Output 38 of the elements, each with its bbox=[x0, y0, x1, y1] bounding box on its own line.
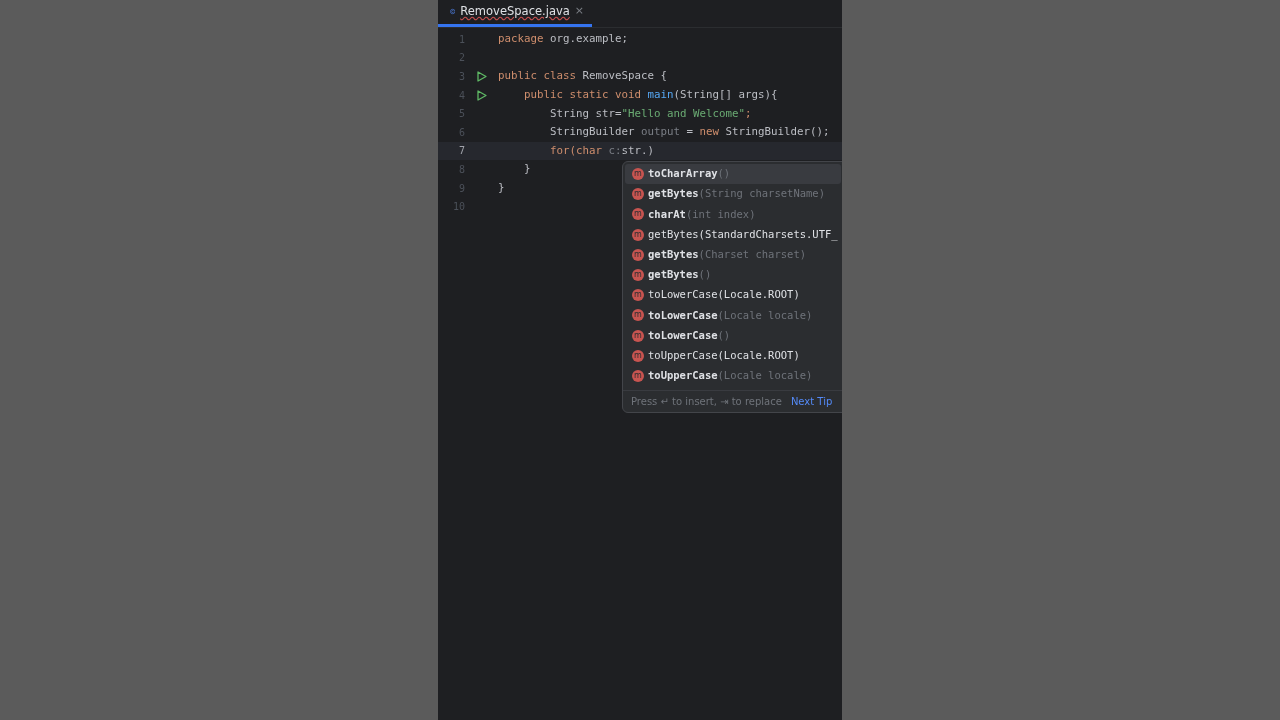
code-line: } bbox=[523, 161, 531, 178]
method-icon: m bbox=[632, 349, 644, 362]
code-line: package org.example; bbox=[498, 31, 629, 48]
run-icon[interactable] bbox=[476, 71, 487, 82]
method-icon: m bbox=[632, 208, 644, 221]
completion-item[interactable]: m getBytes() bbox=[625, 264, 841, 286]
method-icon: m bbox=[632, 228, 644, 241]
completion-item[interactable]: m charAt(int index) bbox=[625, 204, 841, 225]
completion-item[interactable]: m getBytes(Charset charset) bbox=[625, 244, 841, 265]
close-button[interactable]: × bbox=[574, 3, 584, 20]
completion-item[interactable]: m toLowerCase(Locale.ROOT) bbox=[625, 285, 841, 306]
method-icon: m bbox=[632, 269, 644, 282]
tab-title: RemoveSpace.java bbox=[460, 2, 570, 20]
code-line: for(char c:str.) bbox=[549, 142, 655, 159]
code-line: StringBuilder output = new StringBuilder(); bbox=[549, 124, 830, 141]
hint-text: Press ↵ to insert, ⇥ to replace bbox=[631, 395, 782, 410]
run-icon[interactable] bbox=[476, 89, 487, 101]
completion-item[interactable]: m toLowerCase() bbox=[625, 325, 841, 346]
code-line: public static void main(String[] args){ bbox=[523, 87, 778, 103]
completion-item[interactable]: m toLowerCase(Locale locale) bbox=[625, 305, 841, 326]
completion-item[interactable]: m toCharArray() bbox=[625, 164, 841, 185]
method-icon: m bbox=[632, 309, 644, 322]
method-icon: m bbox=[632, 188, 644, 201]
completion-item[interactable]: m toUpperCase(Locale locale) bbox=[625, 365, 841, 387]
next-tip-link[interactable]: Next Tip bbox=[790, 394, 833, 410]
code-line: } bbox=[498, 179, 505, 196]
code-line: String str="Hello and Welcome"; bbox=[549, 105, 752, 122]
method-icon: m bbox=[632, 289, 644, 302]
method-icon: m bbox=[632, 248, 644, 261]
method-icon: m bbox=[632, 329, 644, 342]
completion-item[interactable]: m getBytes(String charsetName) bbox=[625, 184, 841, 205]
method-icon: m bbox=[632, 168, 644, 181]
code-line: public class RemoveSpace { bbox=[498, 68, 668, 85]
method-icon: m bbox=[632, 369, 644, 382]
completion-item[interactable]: m getBytes(StandardCharsets.UTF_ bbox=[625, 224, 841, 245]
line-number: 7 bbox=[457, 144, 465, 159]
editor-tab[interactable]: RemoveSpace.java × bbox=[438, 0, 592, 27]
completion-item[interactable]: m toUpperCase(Locale.ROOT) bbox=[625, 345, 841, 366]
